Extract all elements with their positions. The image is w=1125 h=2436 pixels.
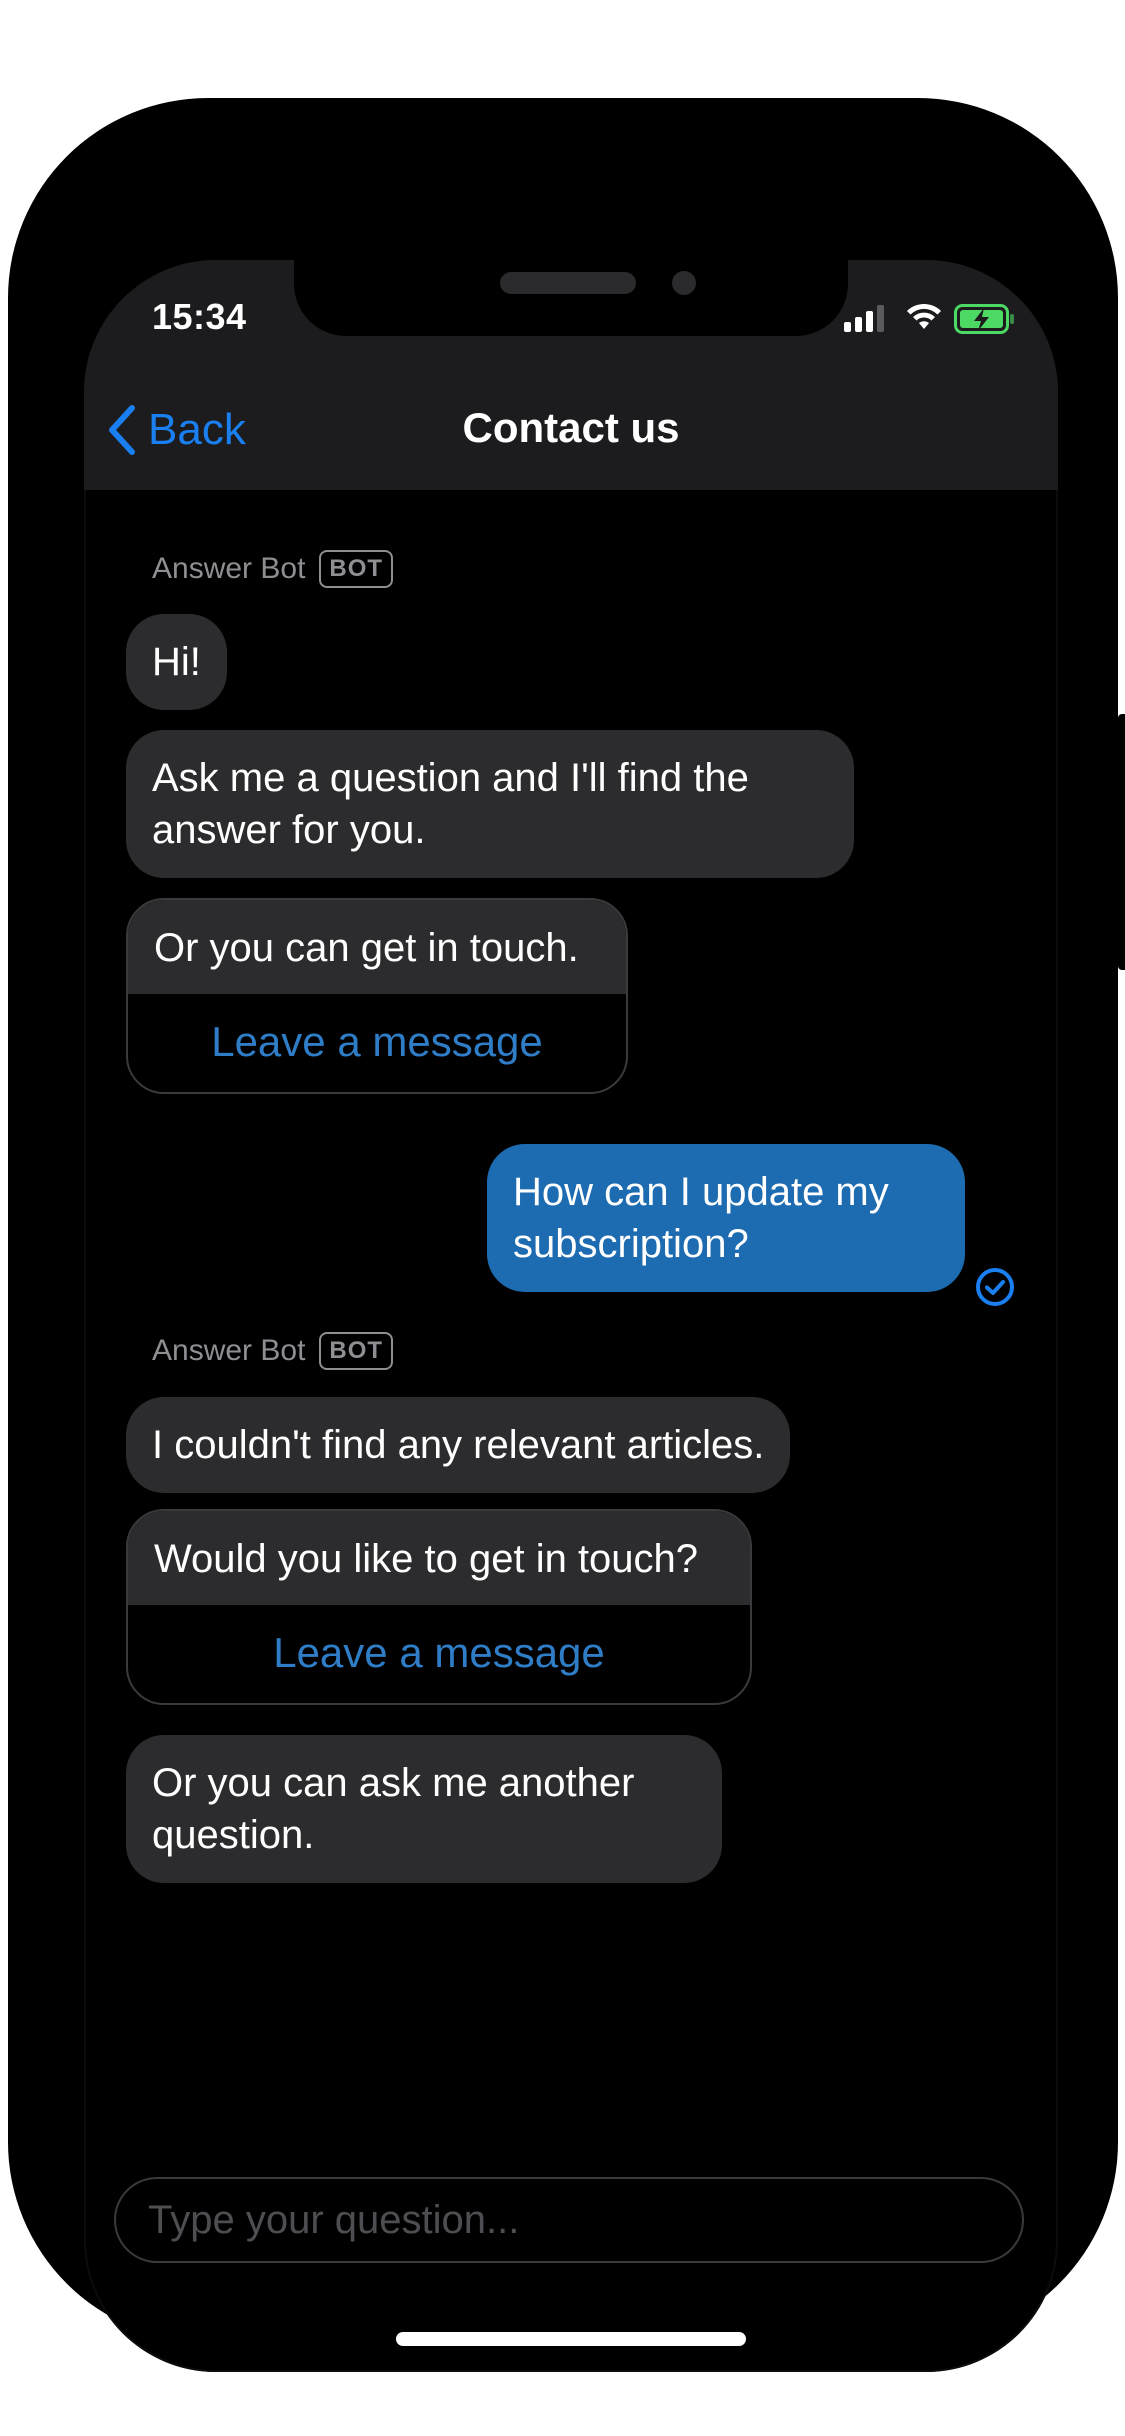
home-indicator[interactable] — [396, 2332, 746, 2346]
bot-message: I couldn't find any relevant articles. — [126, 1397, 791, 1493]
sender-label: Answer Bot BOT — [152, 550, 394, 588]
sender-name: Answer Bot — [152, 552, 306, 585]
header: 15:34 Back Contact us — [84, 260, 1058, 490]
delivered-check-icon — [976, 1268, 1014, 1306]
card-text: Or you can get in touch. — [128, 900, 626, 994]
leave-message-button[interactable]: Leave a message — [128, 1605, 750, 1703]
battery-charging-icon — [954, 304, 1014, 334]
bot-message: Ask me a question and I'll find the answ… — [126, 730, 854, 878]
user-message: How can I update my subscription? — [487, 1144, 965, 1292]
question-input[interactable] — [116, 2179, 1022, 2261]
question-input-container — [114, 2177, 1024, 2263]
front-camera — [672, 271, 696, 295]
screen: 15:34 Back Contact us Answer Bot BOT Hi!… — [84, 260, 1058, 2372]
speaker-grille — [500, 272, 636, 294]
sender-label: Answer Bot BOT — [152, 1332, 394, 1370]
leave-message-button[interactable]: Leave a message — [128, 994, 626, 1092]
page-title: Contact us — [462, 404, 680, 451]
volume-up-button — [8, 658, 22, 820]
sender-name: Answer Bot — [152, 1334, 306, 1367]
bot-message: Hi! — [126, 614, 227, 710]
volume-down-button — [8, 860, 22, 1022]
bot-badge: BOT — [319, 1332, 394, 1370]
bot-badge: BOT — [319, 550, 394, 588]
bot-message: Or you can ask me another question. — [126, 1735, 722, 1883]
notch — [294, 260, 848, 336]
silent-switch — [8, 498, 22, 582]
bot-action-card: Or you can get in touch. Leave a message — [126, 898, 628, 1094]
wifi-icon — [907, 303, 941, 329]
card-text: Would you like to get in touch? — [128, 1511, 750, 1605]
status-icons — [844, 302, 1024, 336]
status-time: 15:34 — [152, 296, 247, 337]
phone-frame: 15:34 Back Contact us Answer Bot BOT Hi!… — [8, 98, 1125, 2372]
power-button — [1118, 714, 1125, 970]
bot-action-card: Would you like to get in touch? Leave a … — [126, 1509, 752, 1705]
